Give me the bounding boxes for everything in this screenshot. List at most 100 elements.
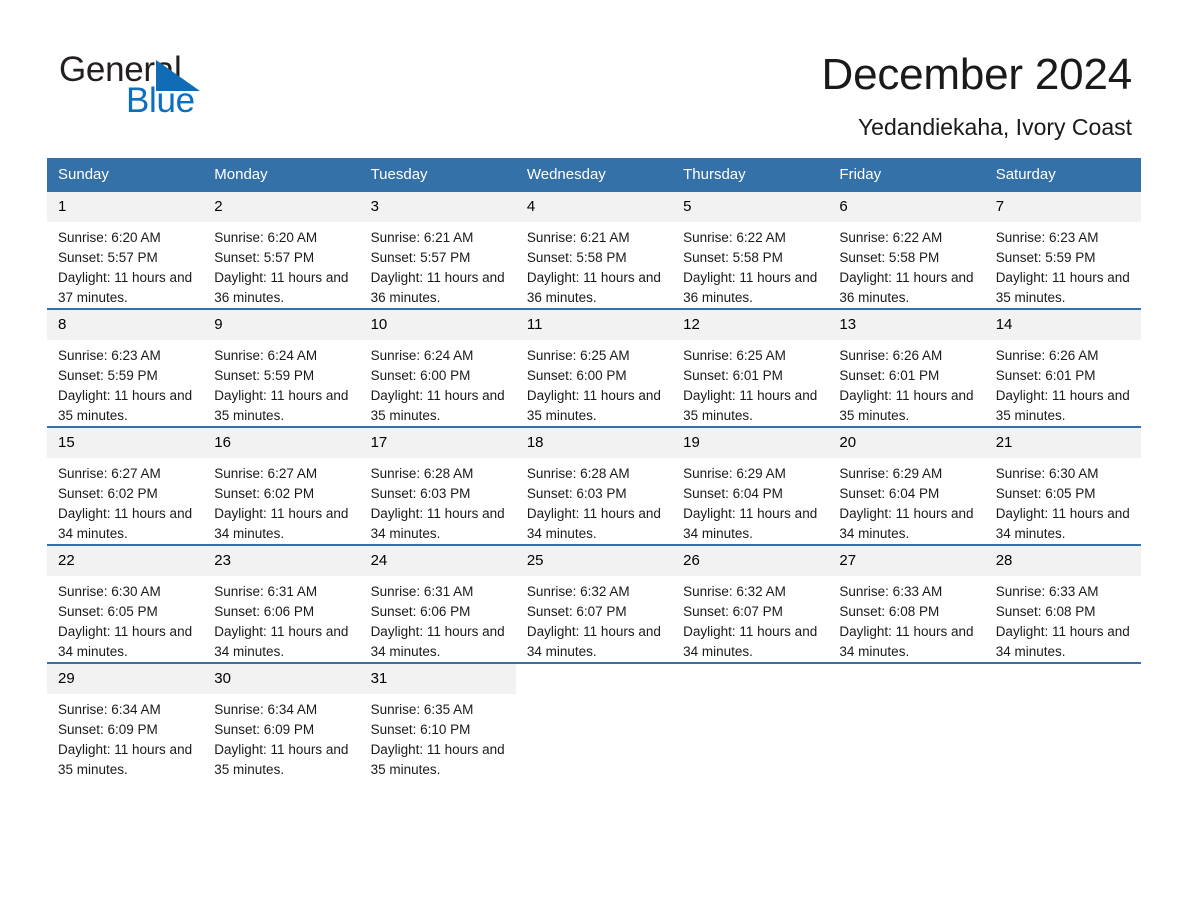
calendar-day-cell[interactable]: 9 Sunrise: 6:24 AM Sunset: 5:59 PM Dayli…: [203, 308, 360, 427]
calendar-week-row: 1 Sunrise: 6:20 AM Sunset: 5:57 PM Dayli…: [47, 192, 1141, 309]
sunset-text: Sunset: 5:57 PM: [214, 250, 315, 265]
day-details: Sunrise: 6:23 AM Sunset: 5:59 PM Dayligh…: [985, 222, 1141, 308]
sunrise-text: Sunrise: 6:33 AM: [995, 584, 1099, 599]
weekday-header-wednesday: Wednesday: [515, 158, 673, 192]
sunset-text: Sunset: 5:59 PM: [214, 368, 315, 383]
daylight-text: Daylight: 11 hours and 35 minutes.: [58, 742, 193, 777]
sunset-text: Sunset: 6:07 PM: [683, 604, 783, 619]
calendar-day-cell-empty: [515, 662, 673, 780]
day-details: Sunrise: 6:24 AM Sunset: 6:00 PM Dayligh…: [360, 340, 516, 426]
sunrise-text: Sunrise: 6:28 AM: [370, 466, 474, 481]
daylight-text: Daylight: 11 hours and 34 minutes.: [995, 624, 1130, 659]
day-details: Sunrise: 6:27 AM Sunset: 6:02 PM Dayligh…: [203, 458, 359, 544]
calendar-day-cell[interactable]: 3 Sunrise: 6:21 AM Sunset: 5:57 PM Dayli…: [359, 192, 516, 309]
sunset-text: Sunset: 6:03 PM: [370, 486, 471, 501]
calendar-day-cell[interactable]: 13 Sunrise: 6:26 AM Sunset: 6:01 PM Dayl…: [828, 308, 985, 427]
sunset-text: Sunset: 6:08 PM: [995, 604, 1096, 619]
day-details: Sunrise: 6:20 AM Sunset: 5:57 PM Dayligh…: [47, 222, 203, 308]
calendar-day-cell[interactable]: 17 Sunrise: 6:28 AM Sunset: 6:03 PM Dayl…: [359, 426, 516, 545]
calendar-day-cell[interactable]: 10 Sunrise: 6:24 AM Sunset: 6:00 PM Dayl…: [359, 308, 516, 427]
day-number: 12: [672, 310, 829, 340]
day-number: 15: [47, 428, 204, 458]
day-number: 7: [984, 192, 1141, 222]
daylight-text: Daylight: 11 hours and 34 minutes.: [58, 506, 193, 541]
day-number: 13: [828, 310, 985, 340]
sunset-text: Sunset: 6:06 PM: [214, 604, 315, 619]
sunrise-text: Sunrise: 6:21 AM: [526, 230, 630, 245]
calendar-day-cell[interactable]: 28 Sunrise: 6:33 AM Sunset: 6:08 PM Dayl…: [984, 544, 1141, 663]
calendar-day-cell[interactable]: 23 Sunrise: 6:31 AM Sunset: 6:06 PM Dayl…: [203, 544, 360, 663]
sunrise-text: Sunrise: 6:34 AM: [214, 702, 318, 717]
daylight-text: Daylight: 11 hours and 36 minutes.: [214, 270, 349, 305]
sunset-text: Sunset: 6:04 PM: [839, 486, 940, 501]
day-details: Sunrise: 6:35 AM Sunset: 6:10 PM Dayligh…: [360, 694, 516, 780]
calendar-day-cell[interactable]: 25 Sunrise: 6:32 AM Sunset: 6:07 PM Dayl…: [515, 544, 673, 663]
sunset-text: Sunset: 6:01 PM: [995, 368, 1096, 383]
sunset-text: Sunset: 6:01 PM: [683, 368, 783, 383]
calendar-day-cell[interactable]: 15 Sunrise: 6:27 AM Sunset: 6:02 PM Dayl…: [47, 426, 204, 545]
calendar-day-cell-empty: [828, 662, 985, 780]
calendar-day-cell[interactable]: 2 Sunrise: 6:20 AM Sunset: 5:57 PM Dayli…: [203, 192, 360, 309]
sunset-text: Sunset: 6:01 PM: [839, 368, 940, 383]
sunrise-text: Sunrise: 6:26 AM: [839, 348, 943, 363]
calendar-day-cell[interactable]: 4 Sunrise: 6:21 AM Sunset: 5:58 PM Dayli…: [515, 192, 673, 309]
calendar-day-cell[interactable]: 18 Sunrise: 6:28 AM Sunset: 6:03 PM Dayl…: [515, 426, 673, 545]
weekday-header-friday: Friday: [828, 158, 985, 192]
calendar-day-cell[interactable]: 12 Sunrise: 6:25 AM Sunset: 6:01 PM Dayl…: [672, 308, 829, 427]
sunrise-text: Sunrise: 6:23 AM: [995, 230, 1099, 245]
daylight-text: Daylight: 11 hours and 34 minutes.: [683, 506, 818, 541]
sunset-text: Sunset: 6:03 PM: [526, 486, 627, 501]
calendar-day-cell[interactable]: 31 Sunrise: 6:35 AM Sunset: 6:10 PM Dayl…: [359, 662, 516, 780]
sunrise-text: Sunrise: 6:35 AM: [370, 702, 474, 717]
daylight-text: Daylight: 11 hours and 37 minutes.: [58, 270, 193, 305]
sunrise-text: Sunrise: 6:20 AM: [214, 230, 318, 245]
day-number: [515, 664, 673, 694]
calendar-day-cell[interactable]: 6 Sunrise: 6:22 AM Sunset: 5:58 PM Dayli…: [828, 192, 985, 309]
day-number: 10: [359, 310, 516, 340]
day-number: 18: [515, 428, 673, 458]
calendar-table: Sunday Monday Tuesday Wednesday Thursday…: [47, 158, 1141, 780]
day-details: Sunrise: 6:34 AM Sunset: 6:09 PM Dayligh…: [203, 694, 359, 780]
daylight-text: Daylight: 11 hours and 34 minutes.: [683, 624, 818, 659]
calendar-day-cell[interactable]: 14 Sunrise: 6:26 AM Sunset: 6:01 PM Dayl…: [984, 308, 1141, 427]
sunrise-text: Sunrise: 6:32 AM: [526, 584, 630, 599]
calendar-day-cell[interactable]: 30 Sunrise: 6:34 AM Sunset: 6:09 PM Dayl…: [203, 662, 360, 780]
daylight-text: Daylight: 11 hours and 34 minutes.: [214, 624, 349, 659]
calendar-day-cell[interactable]: 20 Sunrise: 6:29 AM Sunset: 6:04 PM Dayl…: [828, 426, 985, 545]
calendar-day-cell[interactable]: 26 Sunrise: 6:32 AM Sunset: 6:07 PM Dayl…: [672, 544, 829, 663]
sunset-text: Sunset: 6:10 PM: [370, 722, 471, 737]
calendar-week-row: 29 Sunrise: 6:34 AM Sunset: 6:09 PM Dayl…: [47, 662, 1141, 780]
sunrise-text: Sunrise: 6:29 AM: [839, 466, 943, 481]
sunrise-text: Sunrise: 6:32 AM: [683, 584, 786, 599]
calendar-day-cell[interactable]: 8 Sunrise: 6:23 AM Sunset: 5:59 PM Dayli…: [47, 308, 204, 427]
daylight-text: Daylight: 11 hours and 34 minutes.: [526, 506, 661, 541]
day-details: Sunrise: 6:33 AM Sunset: 6:08 PM Dayligh…: [828, 576, 984, 662]
daylight-text: Daylight: 11 hours and 36 minutes.: [839, 270, 974, 305]
calendar-day-cell[interactable]: 22 Sunrise: 6:30 AM Sunset: 6:05 PM Dayl…: [47, 544, 204, 663]
calendar-day-cell[interactable]: 7 Sunrise: 6:23 AM Sunset: 5:59 PM Dayli…: [984, 192, 1141, 309]
sunrise-text: Sunrise: 6:25 AM: [526, 348, 630, 363]
sunrise-text: Sunrise: 6:27 AM: [58, 466, 161, 481]
weekday-header-thursday: Thursday: [672, 158, 829, 192]
day-number: 11: [515, 310, 673, 340]
calendar-day-cell[interactable]: 21 Sunrise: 6:30 AM Sunset: 6:05 PM Dayl…: [984, 426, 1141, 545]
day-number: 17: [359, 428, 516, 458]
generalblue-logo[interactable]: General Blue: [59, 52, 319, 122]
sunrise-text: Sunrise: 6:31 AM: [370, 584, 474, 599]
calendar-day-cell[interactable]: 27 Sunrise: 6:33 AM Sunset: 6:08 PM Dayl…: [828, 544, 985, 663]
calendar-day-cell[interactable]: 5 Sunrise: 6:22 AM Sunset: 5:58 PM Dayli…: [672, 192, 829, 309]
calendar-day-cell[interactable]: 19 Sunrise: 6:29 AM Sunset: 6:04 PM Dayl…: [672, 426, 829, 545]
calendar-day-cell[interactable]: 11 Sunrise: 6:25 AM Sunset: 6:00 PM Dayl…: [515, 308, 673, 427]
day-number: 22: [47, 546, 204, 576]
day-number: 19: [672, 428, 829, 458]
calendar-day-cell[interactable]: 1 Sunrise: 6:20 AM Sunset: 5:57 PM Dayli…: [47, 192, 204, 309]
sunset-text: Sunset: 6:08 PM: [839, 604, 940, 619]
calendar-day-cell[interactable]: 24 Sunrise: 6:31 AM Sunset: 6:06 PM Dayl…: [359, 544, 516, 663]
calendar-day-cell[interactable]: 16 Sunrise: 6:27 AM Sunset: 6:02 PM Dayl…: [203, 426, 360, 545]
sunrise-text: Sunrise: 6:30 AM: [995, 466, 1099, 481]
calendar-day-cell[interactable]: 29 Sunrise: 6:34 AM Sunset: 6:09 PM Dayl…: [47, 662, 204, 780]
day-details: Sunrise: 6:30 AM Sunset: 6:05 PM Dayligh…: [985, 458, 1141, 544]
daylight-text: Daylight: 11 hours and 36 minutes.: [370, 270, 505, 305]
sunset-text: Sunset: 5:59 PM: [58, 368, 158, 383]
day-number: 6: [828, 192, 985, 222]
